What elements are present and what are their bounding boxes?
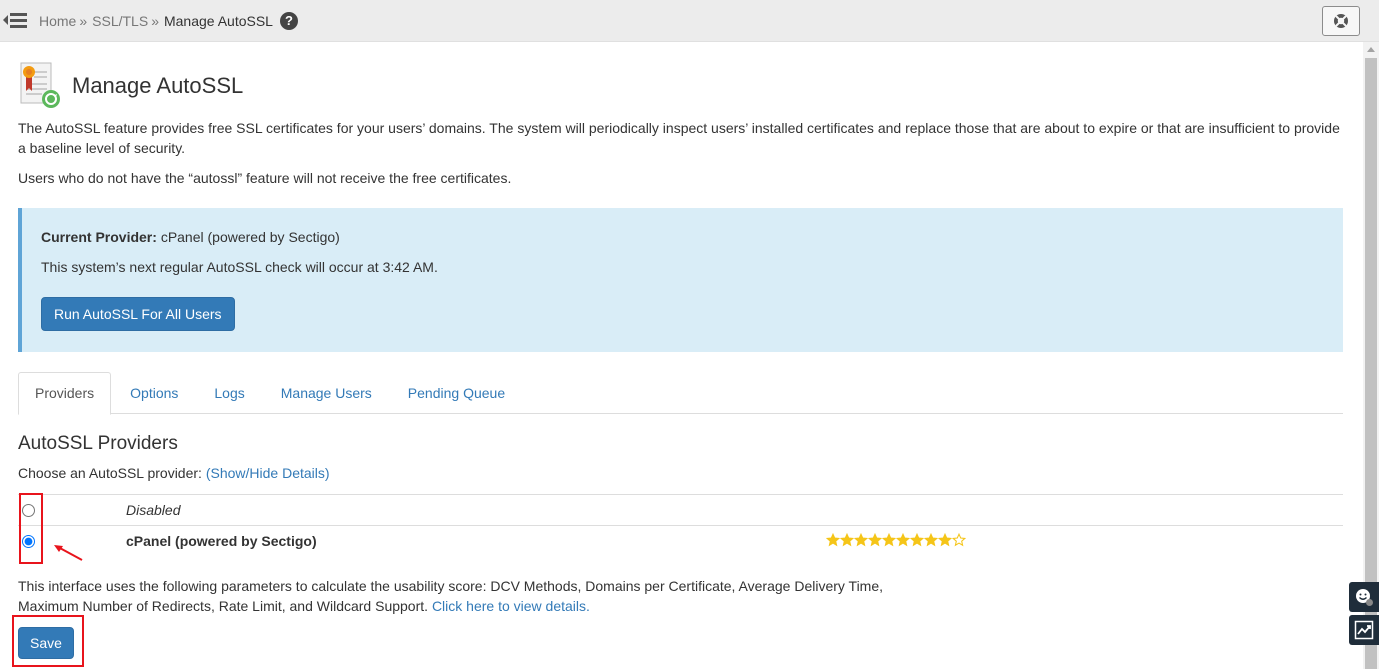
choose-provider-label: Choose an AutoSSL provider:	[18, 465, 202, 481]
section-title: AutoSSL Providers	[18, 433, 178, 454]
tab-pending-queue[interactable]: Pending Queue	[391, 372, 522, 414]
star-filled-icon	[896, 533, 910, 547]
support-button[interactable]	[1322, 6, 1360, 36]
provider-radio-cpanel[interactable]	[22, 535, 35, 548]
star-filled-icon	[868, 533, 882, 547]
star-filled-icon	[840, 533, 854, 547]
current-provider-line: Current Provider: cPanel (powered by Sec…	[41, 229, 340, 245]
top-bar: Home » SSL/TLS » Manage AutoSSL ?	[0, 0, 1379, 42]
provider-name: cPanel (powered by Sectigo)	[126, 533, 317, 549]
current-provider-panel: Current Provider: cPanel (powered by Sec…	[18, 208, 1343, 352]
scrollbar-thumb[interactable]	[1365, 58, 1377, 669]
provider-row-disabled[interactable]: Disabled	[18, 494, 1343, 525]
breadcrumb-home[interactable]: Home	[39, 13, 76, 29]
page-title: Manage AutoSSL	[72, 72, 244, 98]
breadcrumb: Home » SSL/TLS » Manage AutoSSL ?	[39, 11, 298, 30]
star-filled-icon	[938, 533, 952, 547]
choose-provider-line: Choose an AutoSSL provider: (Show/Hide D…	[18, 465, 330, 481]
tab-logs[interactable]: Logs	[197, 372, 261, 414]
feature-note: Users who do not have the “autossl” feat…	[18, 170, 512, 186]
lifebuoy-icon	[1334, 14, 1348, 28]
feedback-widget[interactable]	[1349, 582, 1379, 612]
current-provider-label: Current Provider:	[41, 229, 157, 245]
vertical-scrollbar[interactable]	[1363, 42, 1379, 669]
annotation-arrow-icon	[54, 545, 83, 561]
current-provider-value: cPanel (powered by Sectigo)	[160, 229, 340, 245]
star-filled-icon	[910, 533, 924, 547]
star-empty-icon	[952, 533, 966, 547]
smiley-icon	[1356, 589, 1373, 606]
tab-options[interactable]: Options	[113, 372, 195, 414]
usability-footnote: This interface uses the following parame…	[18, 576, 888, 616]
tab-bar: Providers Options Logs Manage Users Pend…	[18, 372, 1343, 415]
star-filled-icon	[882, 533, 896, 547]
usability-rating	[826, 533, 966, 547]
tab-providers[interactable]: Providers	[18, 372, 112, 415]
page-header: Manage AutoSSL	[18, 58, 243, 113]
run-autossl-button[interactable]: Run AutoSSL For All Users	[41, 297, 235, 331]
next-check-text: This system’s next regular AutoSSL check…	[41, 259, 438, 275]
show-hide-details-link[interactable]: (Show/Hide Details)	[206, 465, 330, 481]
breadcrumb-separator: »	[79, 12, 88, 29]
star-filled-icon	[924, 533, 938, 547]
breadcrumb-current: Manage AutoSSL	[163, 12, 273, 29]
provider-radio-disabled[interactable]	[22, 504, 35, 517]
tab-manage-users[interactable]: Manage Users	[264, 372, 389, 414]
view-details-link[interactable]: Click here to view details.	[432, 598, 590, 614]
provider-name: Disabled	[126, 502, 181, 518]
page-description: The AutoSSL feature provides free SSL ce…	[18, 120, 1340, 156]
breadcrumb-ssl-tls[interactable]: SSL/TLS	[92, 13, 148, 29]
analytics-widget[interactable]	[1349, 615, 1379, 645]
trend-chart-icon	[1354, 620, 1374, 640]
star-filled-icon	[854, 533, 868, 547]
help-icon[interactable]: ?	[279, 12, 298, 30]
menu-collapse-icon[interactable]	[2, 9, 28, 31]
breadcrumb-separator: »	[151, 12, 159, 29]
scroll-up-icon[interactable]	[1367, 47, 1375, 52]
save-button[interactable]: Save	[18, 627, 74, 659]
ssl-certificate-icon	[20, 62, 60, 108]
star-filled-icon	[826, 533, 840, 547]
provider-row-cpanel[interactable]: cPanel (powered by Sectigo)	[18, 525, 1343, 556]
providers-table: Disabled cPanel (powered by Sectigo)	[18, 494, 1343, 556]
